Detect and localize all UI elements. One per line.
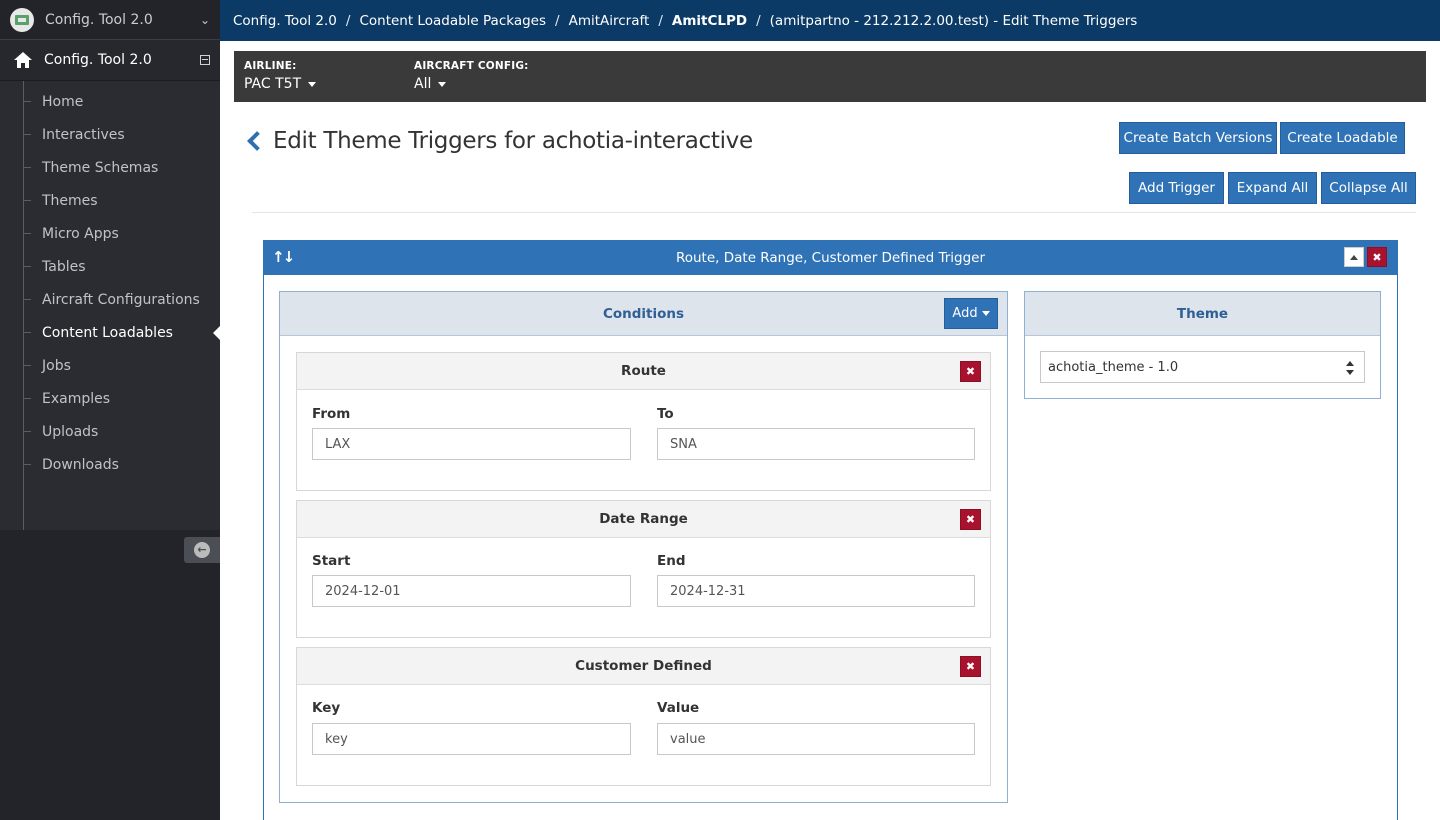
- route-condition: Route ✖: [296, 352, 991, 491]
- airline-filter-label: AIRLINE:: [244, 60, 297, 72]
- sidebar-item-jobs[interactable]: Jobs: [0, 349, 220, 382]
- breadcrumb-separator: /: [658, 12, 663, 29]
- breadcrumb-item-aircraft[interactable]: AmitAircraft: [569, 13, 650, 29]
- sidebar-item-themes[interactable]: Themes: [0, 184, 220, 217]
- collapse-section-icon[interactable]: [200, 55, 210, 65]
- add-condition-button[interactable]: Add: [944, 298, 998, 329]
- collapse-all-button[interactable]: Collapse All: [1321, 172, 1416, 204]
- conditions-title: Conditions: [602, 305, 685, 322]
- sidebar-section-title: Config. Tool 2.0: [44, 52, 152, 68]
- add-condition-label: Add: [952, 306, 978, 321]
- date-range-condition-header: Date Range ✖: [297, 501, 990, 538]
- sidebar-item-aircraft-configurations[interactable]: Aircraft Configurations: [0, 283, 220, 316]
- airline-filter-value[interactable]: PAC T5T: [244, 76, 301, 92]
- caret-down-icon[interactable]: [438, 81, 447, 87]
- theme-select-value: achotia_theme - 1.0: [1048, 359, 1179, 375]
- chevron-down-icon[interactable]: ⌄: [200, 13, 210, 27]
- breadcrumb-separator: /: [555, 12, 560, 29]
- sidebar-item-examples[interactable]: Examples: [0, 382, 220, 415]
- sidebar-nav: Home Interactives Theme Schemas Themes M…: [0, 81, 220, 530]
- sidebar-item-theme-schemas[interactable]: Theme Schemas: [0, 151, 220, 184]
- breadcrumb-separator: /: [345, 12, 351, 29]
- theme-select[interactable]: achotia_theme - 1.0: [1040, 351, 1365, 383]
- start-label: Start: [312, 553, 351, 569]
- sidebar-item-downloads[interactable]: Downloads: [0, 448, 220, 481]
- sidebar-item-micro-apps[interactable]: Micro Apps: [0, 217, 220, 250]
- sidebar-item-tables[interactable]: Tables: [0, 250, 220, 283]
- sidebar-collapse-button[interactable]: ←: [184, 537, 220, 563]
- caret-down-icon: [981, 311, 990, 316]
- sort-icon[interactable]: ↑↓: [272, 248, 295, 266]
- page-title: Edit Theme Triggers for achotia-interact…: [273, 128, 753, 154]
- sidebar-item-content-loadables[interactable]: Content Loadables: [0, 316, 220, 349]
- theme-title: Theme: [1176, 305, 1229, 322]
- value-label: Value: [657, 700, 700, 716]
- from-label: From: [312, 406, 351, 422]
- value-input[interactable]: value: [657, 723, 975, 755]
- caret-up-icon: [1350, 254, 1358, 260]
- home-icon: [14, 52, 32, 68]
- start-date-input[interactable]: 2024-12-01: [312, 575, 631, 607]
- sidebar-item-interactives[interactable]: Interactives: [0, 118, 220, 151]
- breadcrumb: Config. Tool 2.0 / Content Loadable Pack…: [220, 0, 1440, 41]
- delete-route-button[interactable]: ✖: [960, 361, 981, 382]
- collapse-trigger-button[interactable]: [1344, 247, 1364, 267]
- delete-date-range-button[interactable]: ✖: [960, 509, 981, 530]
- expand-all-button[interactable]: Expand All: [1228, 172, 1317, 204]
- caret-down-icon[interactable]: [308, 81, 317, 87]
- end-date-input[interactable]: 2024-12-31: [657, 575, 975, 607]
- route-condition-header: Route ✖: [297, 353, 990, 390]
- arrow-left-circle-icon: ←: [194, 542, 210, 558]
- route-condition-title: Route: [621, 363, 666, 379]
- create-batch-versions-button[interactable]: Create Batch Versions: [1119, 122, 1277, 154]
- create-loadable-button[interactable]: Create Loadable: [1280, 122, 1405, 154]
- filter-bar: AIRLINE: PAC T5T AIRCRAFT CONFIG: All: [234, 51, 1426, 102]
- sidebar: Config. Tool 2.0 ⌄ Config. Tool 2.0 Home…: [0, 0, 220, 820]
- aircraft-config-filter-label: AIRCRAFT CONFIG:: [414, 60, 529, 72]
- app-switcher[interactable]: Config. Tool 2.0 ⌄: [0, 0, 220, 40]
- airline-filter[interactable]: AIRLINE: PAC T5T: [244, 60, 317, 92]
- breadcrumb-item-clpd[interactable]: AmitCLPD: [672, 13, 747, 29]
- theme-panel: Theme achotia_theme - 1.0: [1024, 291, 1381, 399]
- key-label: Key: [312, 700, 341, 716]
- aircraft-config-filter-value[interactable]: All: [414, 76, 431, 92]
- divider: [252, 212, 1416, 213]
- date-range-condition-title: Date Range: [599, 511, 688, 527]
- trigger-title: Route, Date Range, Customer Defined Trig…: [675, 250, 986, 266]
- to-label: To: [657, 406, 674, 422]
- date-range-condition: Date Range ✖: [296, 500, 991, 638]
- customer-defined-condition: Customer Defined ✖: [296, 647, 991, 786]
- page-header: Edit Theme Triggers for achotia-interact…: [246, 128, 753, 154]
- breadcrumb-separator: /: [756, 12, 761, 29]
- from-input[interactable]: LAX: [312, 428, 631, 460]
- customer-defined-condition-header: Customer Defined ✖: [297, 648, 990, 685]
- delete-customer-defined-button[interactable]: ✖: [960, 656, 981, 677]
- breadcrumb-item-content-loadable-packages[interactable]: Content Loadable Packages: [359, 13, 546, 29]
- select-arrows-icon: [1346, 361, 1354, 375]
- delete-trigger-button[interactable]: ✖: [1367, 247, 1387, 267]
- sidebar-footer: ←: [0, 530, 220, 570]
- sidebar-item-home[interactable]: Home: [0, 85, 220, 118]
- conditions-header: Conditions Add: [280, 292, 1007, 336]
- to-input[interactable]: SNA: [657, 428, 975, 460]
- chevron-left-icon[interactable]: [246, 130, 260, 152]
- breadcrumb-item-current: (amitpartno - 212.212.2.00.test) - Edit …: [769, 12, 1138, 29]
- theme-header: Theme: [1025, 292, 1380, 336]
- customer-defined-condition-title: Customer Defined: [575, 658, 712, 674]
- add-trigger-button[interactable]: Add Trigger: [1129, 172, 1224, 204]
- app-logo-icon: [10, 7, 34, 32]
- end-label: End: [657, 553, 686, 569]
- key-input[interactable]: key: [312, 723, 631, 755]
- breadcrumb-item-config-tool[interactable]: Config. Tool 2.0: [233, 13, 337, 29]
- sidebar-item-uploads[interactable]: Uploads: [0, 415, 220, 448]
- sidebar-section-header[interactable]: Config. Tool 2.0: [0, 40, 220, 81]
- app-switcher-label: Config. Tool 2.0: [45, 11, 153, 28]
- trigger-header[interactable]: ↑↓ Route, Date Range, Customer Defined T…: [264, 241, 1397, 275]
- aircraft-config-filter[interactable]: AIRCRAFT CONFIG: All: [414, 60, 529, 92]
